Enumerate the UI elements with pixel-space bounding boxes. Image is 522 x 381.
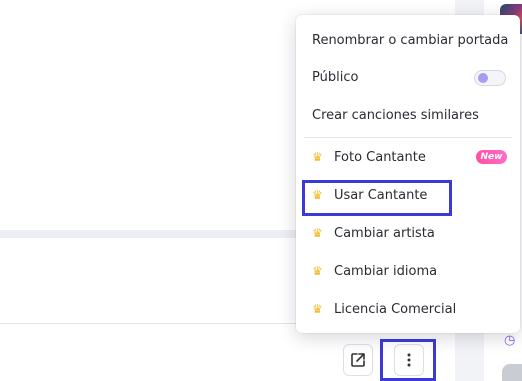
menu-item-label: Cambiar artista xyxy=(334,225,435,241)
crown-icon: ♛ xyxy=(312,302,323,316)
menu-item-label: Crear canciones similares xyxy=(312,107,479,123)
open-external-button[interactable] xyxy=(343,344,373,376)
menu-item-singer-photo[interactable]: ♛ Foto Cantante New xyxy=(296,142,520,172)
menu-item-label: Cambiar idioma xyxy=(334,263,438,279)
menu-item-label: Licencia Comercial xyxy=(334,301,457,317)
menu-item-public[interactable]: Público xyxy=(296,62,520,92)
public-toggle[interactable] xyxy=(474,70,506,86)
menu-item-commercial-license[interactable]: ♛ Licencia Comercial xyxy=(296,294,520,324)
menu-item-change-artist[interactable]: ♛ Cambiar artista xyxy=(296,218,520,248)
clock-icon: ◷ xyxy=(504,333,516,348)
menu-item-label: Renombrar o cambiar portada xyxy=(312,32,509,48)
open-external-icon xyxy=(351,353,365,367)
crown-icon: ♛ xyxy=(312,226,323,240)
highlight-box xyxy=(380,339,436,381)
crown-icon: ♛ xyxy=(312,264,323,278)
toggle-knob xyxy=(478,73,488,83)
menu-item-rename[interactable]: Renombrar o cambiar portada xyxy=(296,25,520,55)
menu-item-label: Foto Cantante xyxy=(334,149,426,165)
menu-separator xyxy=(304,137,512,138)
crown-icon: ♛ xyxy=(312,150,323,164)
song-options-menu: Renombrar o cambiar portada Público Crea… xyxy=(296,15,520,333)
menu-item-label: Público xyxy=(312,69,359,85)
song-thumbnail[interactable] xyxy=(502,364,522,381)
menu-item-similar-songs[interactable]: Crear canciones similares xyxy=(296,100,520,130)
new-badge: New xyxy=(476,150,507,164)
highlight-box xyxy=(302,180,452,216)
menu-item-change-language[interactable]: ♛ Cambiar idioma xyxy=(296,256,520,286)
